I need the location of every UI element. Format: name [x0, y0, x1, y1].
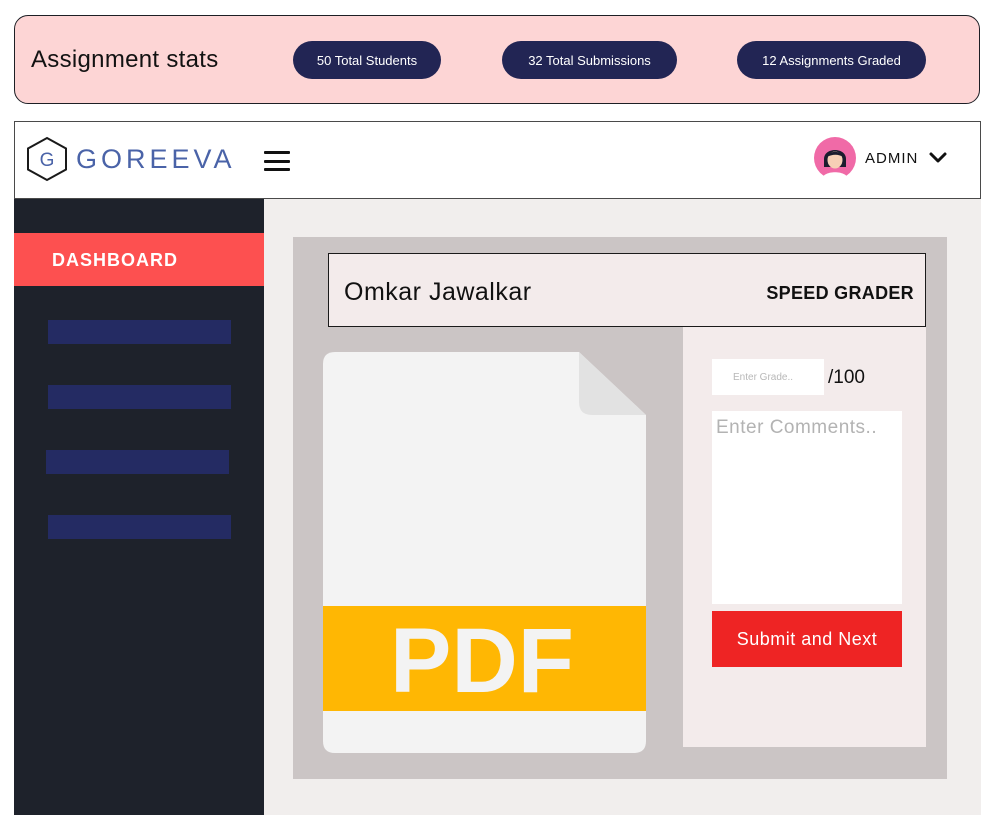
- sidebar-item-placeholder[interactable]: [46, 450, 229, 474]
- pdf-document-icon[interactable]: PDF: [323, 352, 646, 753]
- grader-header: Omkar Jawalkar SPEED GRADER: [328, 253, 926, 327]
- grade-max-label: /100: [828, 367, 865, 388]
- speed-grader-panel: Omkar Jawalkar SPEED GRADER PDF /100 Sub…: [293, 237, 947, 779]
- speed-grader-label: SPEED GRADER: [766, 283, 914, 303]
- assignment-stats-bar: Assignment stats 50 Total Students 32 To…: [14, 15, 980, 104]
- goreeva-logo[interactable]: G GOREEVA: [26, 136, 236, 182]
- sidebar-item-placeholder[interactable]: [48, 385, 231, 409]
- hamburger-menu-icon[interactable]: [264, 151, 290, 171]
- pdf-label: PDF: [390, 610, 574, 712]
- total-students-badge: 50 Total Students: [293, 41, 441, 79]
- logo-text: GOREEVA: [76, 143, 236, 174]
- submit-and-next-button[interactable]: Submit and Next: [712, 611, 902, 667]
- stats-title: Assignment stats: [31, 46, 219, 73]
- logo-letter: G: [40, 150, 55, 171]
- sidebar-item-placeholder[interactable]: [48, 320, 231, 344]
- sidebar: DASHBOARD: [14, 199, 264, 815]
- grade-input[interactable]: [712, 359, 824, 395]
- chevron-down-icon[interactable]: [928, 151, 948, 165]
- avatar: [814, 137, 856, 179]
- logo-hexagon-icon: G: [27, 136, 67, 182]
- main-content: Omkar Jawalkar SPEED GRADER PDF /100 Sub…: [264, 199, 981, 815]
- top-header: G GOREEVA ADMIN: [14, 121, 981, 199]
- user-menu[interactable]: ADMIN: [814, 137, 948, 179]
- sidebar-item-label: DASHBOARD: [52, 250, 178, 270]
- sidebar-item-dashboard[interactable]: DASHBOARD: [14, 233, 264, 286]
- total-submissions-badge: 32 Total Submissions: [502, 41, 677, 79]
- student-name: Omkar Jawalkar: [344, 278, 532, 306]
- grading-form: /100 Submit and Next: [683, 327, 926, 747]
- assignments-graded-badge: 12 Assignments Graded: [737, 41, 926, 79]
- comments-field[interactable]: [712, 411, 902, 604]
- sidebar-item-placeholder[interactable]: [48, 515, 231, 539]
- admin-label: ADMIN: [865, 149, 919, 167]
